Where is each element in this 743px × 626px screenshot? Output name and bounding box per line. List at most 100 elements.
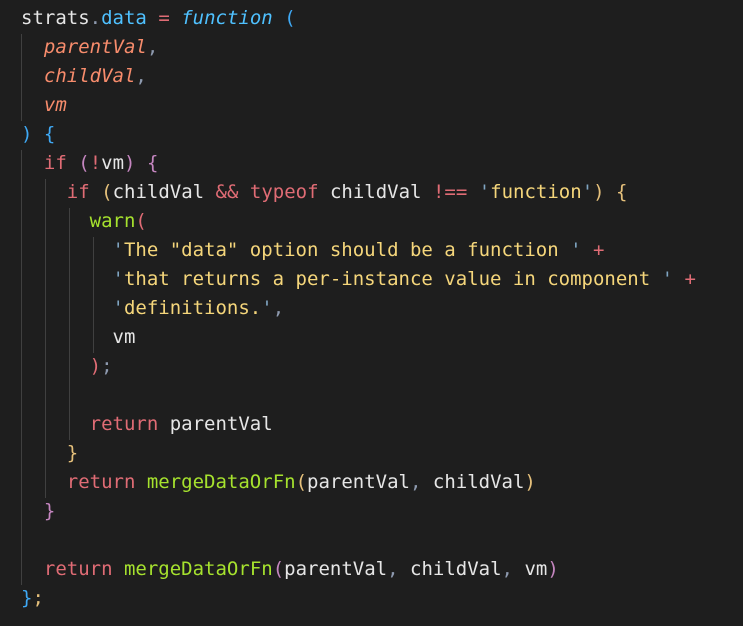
code-token: ; bbox=[32, 587, 44, 609]
code-token: vm bbox=[43, 94, 67, 116]
code-token: = bbox=[158, 7, 170, 29]
code-token: function bbox=[181, 7, 273, 29]
code-line: } bbox=[0, 439, 743, 468]
code-line: return parentVal bbox=[0, 410, 743, 439]
code-token: + bbox=[684, 268, 696, 290]
code-token: ; bbox=[101, 355, 113, 377]
code-line: ); bbox=[0, 352, 743, 381]
code-token: childVal bbox=[43, 65, 136, 87]
code-token: ( bbox=[295, 471, 308, 493]
code-token: childVal bbox=[432, 471, 525, 493]
code-token: return bbox=[66, 471, 136, 493]
code-token: ( bbox=[284, 7, 296, 29]
code-token: ' bbox=[112, 297, 124, 319]
code-token: ( bbox=[272, 558, 285, 580]
code-line: vm bbox=[0, 323, 743, 352]
code-token: ( bbox=[101, 181, 113, 203]
code-line: ) { bbox=[0, 120, 743, 149]
code-line: childVal, bbox=[0, 62, 743, 91]
code-token: mergeDataOrFn bbox=[146, 471, 296, 493]
code-token: parentVal bbox=[284, 558, 388, 580]
code-token: return bbox=[89, 413, 159, 435]
code-line: }; bbox=[0, 584, 743, 613]
code-token: ' bbox=[112, 268, 124, 290]
code-token: , bbox=[501, 558, 513, 580]
code-token: { bbox=[43, 123, 56, 145]
code-token: typeof bbox=[249, 181, 319, 203]
code-token: ' bbox=[112, 239, 124, 261]
code-token: data bbox=[101, 7, 147, 29]
code-token: , bbox=[387, 558, 399, 580]
code-token: vm bbox=[524, 558, 548, 580]
code-token: ) bbox=[89, 355, 102, 377]
code-token: !== bbox=[432, 181, 468, 203]
code-token: ) bbox=[547, 558, 559, 580]
code-token: + bbox=[593, 239, 605, 261]
code-line: 'The "data" option should be a function … bbox=[0, 236, 743, 265]
code-token: ' bbox=[661, 268, 674, 290]
code-line: if (!vm) { bbox=[0, 149, 743, 178]
code-token: , bbox=[409, 471, 422, 493]
code-line: 'that returns a per-instance value in co… bbox=[0, 265, 743, 294]
code-token: ' bbox=[478, 181, 491, 203]
code-token: vm bbox=[101, 152, 125, 174]
code-token: } bbox=[66, 442, 79, 464]
code-token: ) bbox=[124, 152, 136, 174]
code-editor[interactable]: strats.data = function ( parentVal, chil… bbox=[0, 0, 743, 626]
code-token: } bbox=[43, 500, 56, 522]
code-line: 'definitions.', bbox=[0, 294, 743, 323]
code-line: strats.data = function ( bbox=[0, 4, 743, 33]
code-token: that returns a per-instance value in com… bbox=[123, 268, 662, 290]
code-token: parentVal bbox=[307, 471, 410, 493]
code-token: childVal bbox=[112, 181, 205, 203]
code-token: childVal bbox=[329, 181, 422, 203]
code-token: return bbox=[43, 558, 113, 580]
code-token: if bbox=[66, 181, 90, 203]
code-token: ( bbox=[135, 210, 147, 232]
code-token: ' bbox=[570, 239, 582, 261]
code-token: ' bbox=[581, 181, 594, 203]
code-token: definitions. bbox=[123, 297, 262, 319]
code-token: parentVal bbox=[43, 36, 147, 58]
code-line: vm bbox=[0, 91, 743, 120]
code-token: , bbox=[272, 297, 285, 319]
code-token: mergeDataOrFn bbox=[123, 558, 273, 580]
code-token: strats bbox=[21, 7, 90, 29]
code-token: } bbox=[21, 587, 33, 609]
code-token: , bbox=[135, 65, 147, 87]
code-line: } bbox=[0, 497, 743, 526]
code-token: warn bbox=[89, 210, 136, 232]
code-token: ) bbox=[593, 181, 605, 203]
code-token: { bbox=[616, 181, 628, 203]
code-token: ' bbox=[261, 297, 273, 319]
